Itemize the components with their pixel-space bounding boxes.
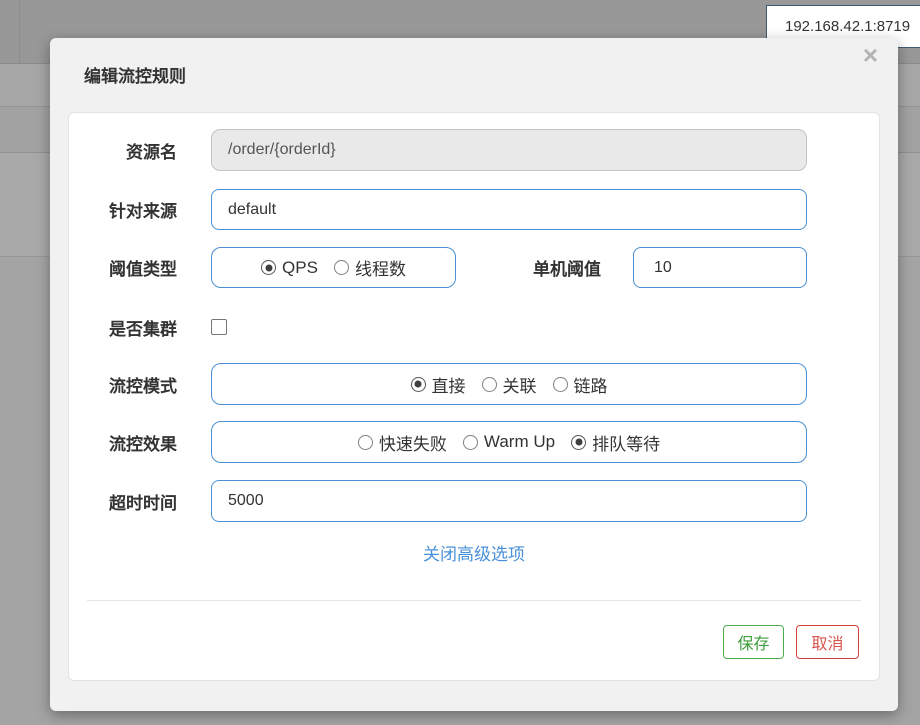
behavior-label: 流控效果 — [69, 421, 177, 463]
timeout-label: 超时时间 — [69, 480, 177, 522]
save-button[interactable]: 保存 — [723, 625, 784, 659]
radio-option-direct[interactable]: 直接 — [411, 372, 466, 397]
radio-icon — [334, 260, 349, 275]
strategy-label: 流控模式 — [69, 363, 177, 405]
radio-icon — [411, 377, 426, 392]
dialog-title: 编辑流控规则 — [84, 62, 186, 87]
background-sidebar-edge — [19, 0, 20, 63]
resource-input — [211, 129, 807, 171]
resource-label: 资源名 — [69, 129, 177, 171]
behavior-row: 流控效果 快速失败 Warm Up 排队等待 — [69, 421, 879, 463]
radio-option-qps[interactable]: QPS — [261, 258, 318, 278]
radio-option-fail-fast[interactable]: 快速失败 — [358, 430, 447, 455]
radio-icon — [358, 435, 373, 450]
dialog-body-card: 资源名 针对来源 阈值类型 QPS 线程数 单机阈值 — [68, 112, 880, 681]
strategy-row: 流控模式 直接 关联 链路 — [69, 363, 879, 405]
cluster-label: 是否集群 — [69, 319, 177, 335]
timeout-input[interactable] — [211, 480, 807, 522]
close-icon[interactable]: × — [863, 42, 878, 68]
grade-radio-group: QPS 线程数 — [211, 247, 456, 288]
resource-row: 资源名 — [69, 129, 879, 171]
timeout-row: 超时时间 — [69, 480, 879, 522]
toggle-advanced-link[interactable]: 关闭高级选项 — [69, 540, 879, 565]
radio-icon — [482, 377, 497, 392]
radio-icon — [553, 377, 568, 392]
grade-threshold-row: 阈值类型 QPS 线程数 单机阈值 — [69, 247, 879, 288]
radio-option-label: 排队等待 — [592, 430, 660, 455]
edit-flow-rule-dialog: 编辑流控规则 × 资源名 针对来源 阈值类型 QPS 线程数 — [50, 38, 898, 711]
radio-option-label: 关联 — [503, 372, 537, 397]
cluster-row: 是否集群 — [69, 319, 879, 335]
cancel-button[interactable]: 取消 — [796, 625, 859, 659]
radio-icon — [571, 435, 586, 450]
footer-divider — [87, 600, 861, 601]
radio-option-label: Warm Up — [484, 432, 555, 452]
threshold-input[interactable] — [633, 247, 807, 288]
radio-option-thread-count[interactable]: 线程数 — [334, 255, 406, 280]
radio-option-label: 快速失败 — [379, 430, 447, 455]
radio-option-warm-up[interactable]: Warm Up — [463, 432, 555, 452]
limit-app-row: 针对来源 — [69, 189, 879, 230]
limit-app-label: 针对来源 — [69, 189, 177, 230]
radio-option-queue-wait[interactable]: 排队等待 — [571, 430, 660, 455]
strategy-radio-group: 直接 关联 链路 — [211, 363, 807, 405]
radio-option-label: 线程数 — [355, 255, 406, 280]
behavior-radio-group: 快速失败 Warm Up 排队等待 — [211, 421, 807, 463]
radio-option-chain[interactable]: 链路 — [553, 372, 608, 397]
radio-option-label: 链路 — [574, 372, 608, 397]
radio-option-associate[interactable]: 关联 — [482, 372, 537, 397]
radio-icon — [463, 435, 478, 450]
cluster-checkbox[interactable] — [211, 319, 227, 335]
limit-app-input[interactable] — [211, 189, 807, 230]
grade-label: 阈值类型 — [69, 247, 177, 288]
radio-option-label: 直接 — [432, 372, 466, 397]
radio-icon — [261, 260, 276, 275]
threshold-label: 单机阈值 — [489, 247, 601, 288]
radio-option-label: QPS — [282, 258, 318, 278]
